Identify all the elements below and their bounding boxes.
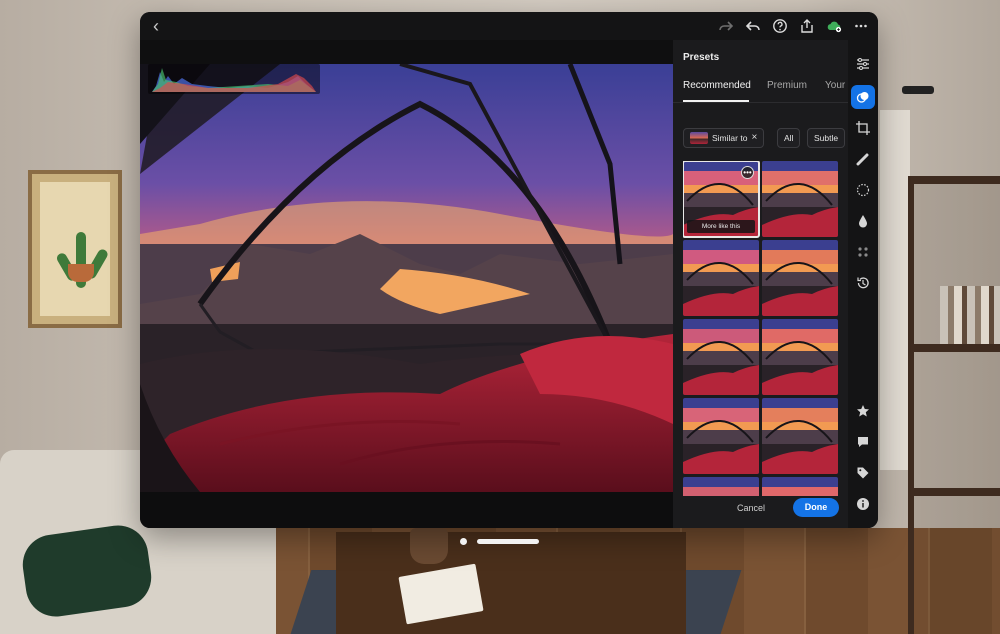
sliders-icon[interactable]	[851, 52, 875, 76]
preset-preview	[762, 398, 838, 474]
share-icon[interactable]	[796, 15, 818, 37]
preset-preview	[762, 161, 838, 237]
top-toolbar: ‹	[140, 12, 878, 40]
presets-panel: Presets Recommended Premium Your Similar…	[673, 40, 848, 528]
preset-thumbnail[interactable]	[762, 240, 838, 316]
preset-thumbnail[interactable]	[683, 319, 759, 395]
chip-label: Similar to	[712, 133, 748, 143]
preset-preview	[762, 319, 838, 395]
tab-yours[interactable]: Your	[825, 80, 845, 91]
tab-recommended[interactable]: Recommended	[683, 80, 751, 91]
close-icon[interactable]: ×	[751, 129, 757, 147]
vase	[410, 528, 448, 564]
tabs-divider	[673, 102, 848, 103]
chip-label: All	[784, 133, 794, 143]
tag-icon[interactable]	[851, 461, 875, 485]
bookshelf	[908, 176, 1000, 634]
tool-rail	[848, 40, 878, 528]
effects-icon[interactable]	[851, 240, 875, 264]
cloud-sync-icon[interactable]	[823, 15, 845, 37]
photo-image	[140, 64, 673, 492]
help-icon[interactable]	[769, 15, 791, 37]
comment-icon[interactable]	[851, 430, 875, 454]
shelf-board	[914, 176, 1000, 184]
panel-title: Presets	[683, 52, 720, 63]
redo-icon[interactable]	[715, 15, 737, 37]
preset-preview	[683, 319, 759, 395]
wall-hook	[902, 86, 934, 94]
histogram	[148, 64, 320, 94]
more-icon[interactable]	[850, 15, 872, 37]
preset-preview	[762, 240, 838, 316]
more-options-icon[interactable]: •••	[741, 166, 754, 179]
more-like-this-button[interactable]: More like this	[687, 220, 755, 233]
chip-label: Subtle	[814, 133, 839, 143]
back-button[interactable]: ‹	[146, 16, 166, 36]
history-icon[interactable]	[851, 271, 875, 295]
chip-similar-to[interactable]: Similar to ×	[683, 128, 765, 148]
color-drop-icon[interactable]	[851, 209, 875, 233]
star-icon[interactable]	[851, 399, 875, 423]
preset-tabs: Recommended Premium Your	[683, 80, 853, 102]
chip-thumbnail	[690, 132, 708, 144]
masking-icon[interactable]	[851, 178, 875, 202]
painting-canvas	[40, 182, 110, 316]
preset-thumbnail[interactable]: ••• More like this	[683, 161, 760, 238]
coffee-table	[336, 532, 686, 634]
shelf-board	[914, 344, 1000, 352]
preset-thumbnail[interactable]	[762, 319, 838, 395]
healing-brush-icon[interactable]	[851, 147, 875, 171]
chip-subtle[interactable]: Subtle	[807, 128, 846, 148]
panel-footer: Cancel Done	[673, 492, 848, 528]
chip-all[interactable]: All	[777, 128, 801, 148]
app-window: ‹ Presets Recommended Premium Your Simil…	[140, 12, 878, 528]
preset-grid: ••• More like this	[683, 161, 841, 496]
preset-thumbnail[interactable]	[683, 398, 759, 474]
shelf-books	[940, 286, 1000, 344]
preset-thumbnail[interactable]	[762, 398, 838, 474]
crop-icon[interactable]	[851, 116, 875, 140]
preset-preview	[683, 240, 759, 316]
window-close-dot[interactable]	[460, 538, 467, 545]
done-button[interactable]: Done	[793, 498, 839, 517]
photo-bottom-strip	[140, 492, 673, 528]
painting-pot	[68, 264, 94, 282]
curtain	[880, 110, 910, 470]
info-icon[interactable]	[851, 492, 875, 516]
undo-icon[interactable]	[742, 15, 764, 37]
main-photo[interactable]	[140, 64, 673, 492]
tab-premium[interactable]: Premium	[767, 80, 807, 91]
preset-thumbnail[interactable]	[762, 161, 838, 237]
wall-painting	[28, 170, 122, 328]
cancel-button[interactable]: Cancel	[737, 503, 765, 513]
shelf-board	[914, 488, 1000, 496]
toolbar-actions	[715, 15, 872, 37]
preset-thumbnail[interactable]	[683, 240, 759, 316]
presets-icon[interactable]	[851, 85, 875, 109]
preset-preview	[683, 398, 759, 474]
window-grab-bar[interactable]	[477, 539, 539, 544]
